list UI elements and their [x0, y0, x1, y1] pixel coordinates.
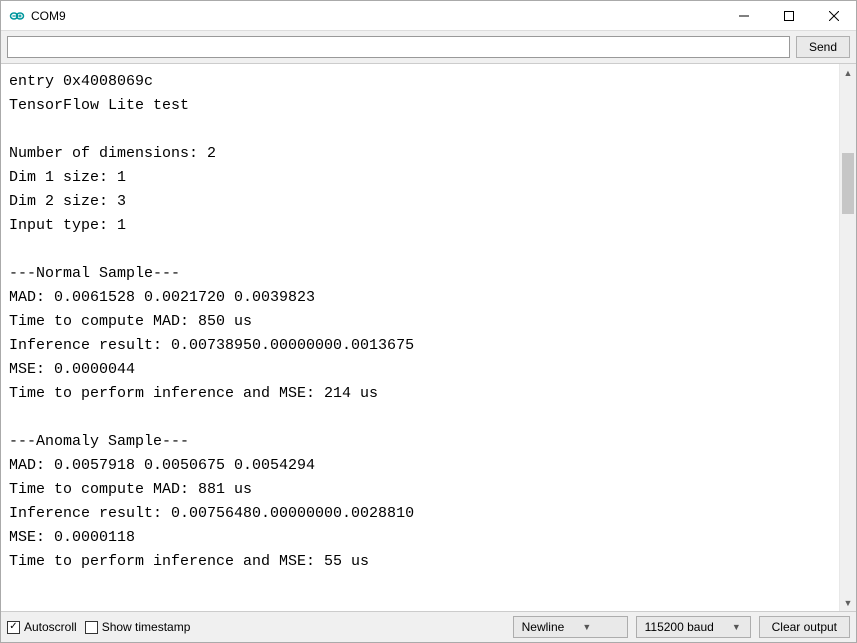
timestamp-label: Show timestamp [102, 620, 191, 634]
scroll-up-arrow[interactable]: ▲ [840, 64, 856, 81]
chevron-down-icon: ▼ [732, 622, 741, 632]
maximize-icon [784, 11, 794, 21]
checkbox-icon [85, 621, 98, 634]
send-button[interactable]: Send [796, 36, 850, 58]
line-ending-select[interactable]: Newline ▼ [513, 616, 628, 638]
checkbox-icon: ✓ [7, 621, 20, 634]
titlebar: COM9 [1, 1, 856, 31]
window-title: COM9 [31, 9, 721, 23]
chevron-down-icon: ▼ [582, 622, 591, 632]
scroll-track[interactable] [840, 81, 856, 594]
serial-input[interactable] [7, 36, 790, 58]
autoscroll-checkbox[interactable]: ✓ Autoscroll [7, 620, 77, 634]
scroll-down-arrow[interactable]: ▼ [840, 594, 856, 611]
scroll-thumb[interactable] [842, 153, 854, 215]
baud-select[interactable]: 115200 baud ▼ [636, 616, 751, 638]
clear-output-button[interactable]: Clear output [759, 616, 850, 638]
window-controls [721, 1, 856, 30]
baud-value: 115200 baud [645, 620, 714, 634]
minimize-button[interactable] [721, 1, 766, 30]
close-button[interactable] [811, 1, 856, 30]
timestamp-checkbox[interactable]: Show timestamp [85, 620, 191, 634]
arduino-icon [9, 8, 25, 24]
console-output: entry 0x4008069c TensorFlow Lite test Nu… [1, 64, 839, 611]
send-toolbar: Send [1, 31, 856, 64]
maximize-button[interactable] [766, 1, 811, 30]
line-ending-value: Newline [522, 620, 565, 634]
vertical-scrollbar[interactable]: ▲ ▼ [839, 64, 856, 611]
console-area: entry 0x4008069c TensorFlow Lite test Nu… [1, 64, 856, 612]
minimize-icon [739, 11, 749, 21]
autoscroll-label: Autoscroll [24, 620, 77, 634]
bottom-bar: ✓ Autoscroll Show timestamp Newline ▼ 11… [1, 612, 856, 642]
close-icon [829, 11, 839, 21]
